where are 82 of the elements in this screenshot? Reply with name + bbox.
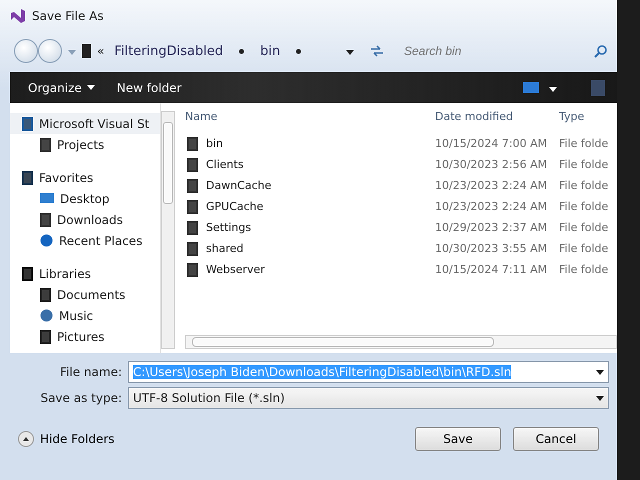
date-cell-text: 10/30/2023 3:55 AM [435,242,548,255]
document-icon [40,330,51,344]
caret-icon [549,86,557,92]
type-cell-text: File folde [559,137,610,150]
caret-icon [68,50,76,55]
type-cell-text: File folde [559,221,610,234]
date-cell-text: 10/23/2023 2:24 AM [435,179,548,192]
folder-icon [187,262,198,276]
folder-icon [187,242,198,256]
back-button[interactable] [14,39,38,63]
file-name-cell[interactable]: bin [206,137,224,150]
file-name-cell[interactable]: Settings [206,221,252,234]
caret-icon [86,85,95,90]
field-label: Save as type: [39,391,123,405]
app-logo-icon [10,8,26,24]
hide-folders-button[interactable]: Hide Folders [18,431,115,447]
breadcrumb-overflow[interactable]: « [97,44,104,58]
forward-button[interactable] [38,39,62,63]
horizontal-scrollbar[interactable] [185,335,617,349]
date-cell-text: 10/15/2024 7:11 AM [435,263,548,276]
search-field[interactable]: Search bin [400,42,588,60]
file-name-cell[interactable]: DawnCache [206,179,272,192]
book-icon [22,116,33,130]
date-cell-text: 10/23/2023 2:24 AM [435,200,548,213]
file-name-cell[interactable]: GPUCache [206,200,264,213]
separator-icon [296,48,302,54]
caret-icon [346,50,354,55]
separator-icon [239,48,244,54]
library-icon [22,266,33,280]
recent-icon [40,234,53,247]
type-cell-text: File folde [559,158,610,171]
folder-icon [40,138,51,152]
sidebar-item[interactable]: Recent Places [10,230,160,251]
dialog-button[interactable]: Save [415,427,501,451]
breadcrumb[interactable]: bin [256,44,284,58]
folder-icon [187,178,198,192]
search-icon[interactable] [594,44,607,58]
caret-icon [596,396,604,400]
sidebar-item[interactable]: Projects [10,134,160,155]
sidebar-item[interactable]: Pictures [10,326,160,347]
type-cell-text: File folde [559,263,610,276]
file-name-cell[interactable]: Webserver [206,263,265,276]
file-type-dropdown[interactable]: UTF-8 Solution File (*.sln) [128,387,609,409]
computer-icon [82,44,91,58]
toolbar-button[interactable]: Organize [22,78,101,96]
folder-icon [187,136,198,150]
field-label: File name: [59,365,123,379]
dialog-button[interactable]: Cancel [513,427,599,451]
date-cell-text: 10/29/2023 2:37 AM [435,221,548,234]
folder-icon [187,158,198,172]
file-name-cell[interactable]: Clients [206,158,244,171]
window-title: Save File As [32,9,104,23]
date-cell-text: 10/15/2024 7:00 AM [435,137,548,150]
sidebar-item[interactable]: Downloads [10,209,160,230]
column-header[interactable]: Type [559,110,617,122]
vertical-scrollbar[interactable] [161,111,175,349]
type-cell-text: File folde [559,242,610,255]
sidebar-item[interactable]: Documents [10,284,160,305]
folder-icon [187,220,198,234]
file-name-cell[interactable]: shared [206,242,244,255]
folder-icon [40,212,51,226]
music-icon [40,309,53,322]
help-icon[interactable] [591,80,605,96]
breadcrumb[interactable]: FilteringDisabled [110,44,228,58]
refresh-icon[interactable] [370,45,384,57]
type-cell-text: File folde [559,179,610,192]
monitor-icon [40,192,54,204]
toolbar-button[interactable]: New folder [110,78,188,96]
sidebar-item[interactable]: Music [10,305,160,326]
bookmark-icon [22,170,33,184]
sidebar-item[interactable]: Microsoft Visual St [10,113,160,134]
date-cell-text: 10/30/2023 2:56 AM [435,158,548,171]
column-header[interactable]: Date modified [435,110,559,122]
sidebar-item[interactable]: Libraries [10,263,160,284]
document-icon [40,288,51,302]
sidebar-item[interactable]: Favorites [10,167,160,188]
sidebar-item[interactable]: Desktop [10,188,160,209]
column-header[interactable]: Name [185,110,435,122]
folder-icon [187,200,198,214]
caret-icon [596,370,604,374]
chevron-up-icon [18,431,34,447]
type-cell-text: File folde [559,200,610,213]
